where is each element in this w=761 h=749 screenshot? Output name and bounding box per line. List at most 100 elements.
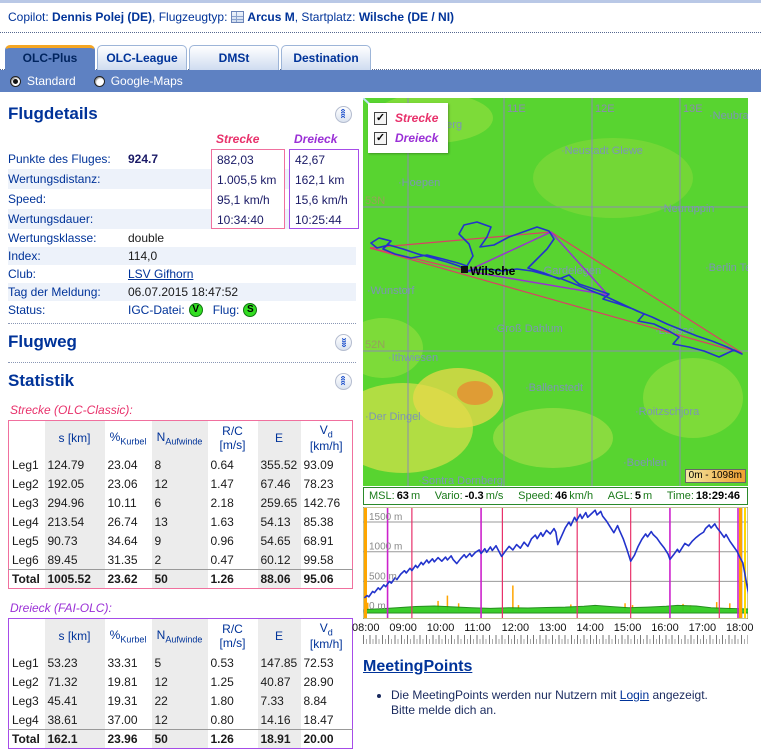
stat-row-label: Leg1 <box>9 455 45 474</box>
barogram-canvas[interactable]: 1500 m1000 m500 m0 m <box>363 507 748 619</box>
place-label: ·Neustadt Glewe <box>561 145 643 157</box>
stat-row-label: Leg1 <box>9 653 45 672</box>
radio-standard-label: Standard <box>27 74 76 88</box>
stat-cell: 8.84 <box>301 691 353 710</box>
stat-col-header: Vd [km/h] <box>301 618 353 653</box>
telemetry-label: Speed: <box>518 490 553 502</box>
radio-google-maps-circle[interactable] <box>94 76 105 87</box>
stat-cell: 147.85 <box>258 653 301 672</box>
stat-cell: 28.90 <box>301 672 353 691</box>
stat-cell: 2 <box>152 550 208 569</box>
place-label: ·Wunstorf <box>367 285 415 297</box>
stat-row-label: Leg4 <box>9 710 45 729</box>
flight-status-badge-icon: S <box>243 303 257 317</box>
strecke-stats-table: s [km]%KurbelNAufwindeR/C [m/s]EVd [km/h… <box>8 420 353 589</box>
dreieck-values-box: 42,67 162,1 km 15,6 km/h 10:25:44 <box>289 149 359 229</box>
stat-cell: 71.32 <box>45 672 105 691</box>
stat-col-corner <box>9 618 45 653</box>
section-flugweg: Flugweg »» <box>8 323 356 358</box>
dreieck-checkbox[interactable]: ✓ <box>374 132 387 145</box>
wertungsklasse-label: Wertungsklasse: <box>8 229 128 247</box>
longitude-label: 11E <box>507 103 526 115</box>
stat-cell: 67.46 <box>258 474 301 493</box>
stat-cell: 192.05 <box>45 474 105 493</box>
row-meldung: Tag der Meldung: 06.07.2015 18:47:52 <box>8 283 356 301</box>
strecke-checkbox[interactable]: ✓ <box>374 112 387 125</box>
stat-cell: 1.26 <box>208 729 258 748</box>
stat-col-header: R/C [m/s] <box>208 421 258 456</box>
tab-dmst[interactable]: DMSt <box>189 45 279 70</box>
strecke-table-title: Strecke (OLC-Classic): <box>10 403 356 417</box>
flugdetails-title: Flugdetails <box>8 104 98 124</box>
stat-col-header: NAufwinde <box>152 618 208 653</box>
stat-cell: 95.06 <box>301 569 353 588</box>
tab-destination[interactable]: Destination <box>281 45 371 70</box>
flugdetails-collapse-button[interactable]: »» <box>335 106 352 123</box>
stat-cell: 50 <box>152 729 208 748</box>
legend-strecke-row: ✓ Strecke <box>374 108 438 128</box>
row-club: Club: LSV Gifhorn <box>8 265 356 283</box>
stat-col-corner <box>9 421 45 456</box>
aircraft-list-icon[interactable] <box>231 11 244 23</box>
stat-cell: 54.13 <box>258 512 301 531</box>
stat-cell: 93.09 <box>301 455 353 474</box>
radio-google-maps[interactable]: Google-Maps <box>94 74 183 88</box>
altitude-tick-label: 0 m <box>369 601 386 612</box>
meetingpoints-title[interactable]: MeetingPoints <box>363 658 472 675</box>
map-canvas[interactable]: 11E12E13E53N52N·Boberg·Neustadt Glewe·Ho… <box>363 98 748 486</box>
flugweg-title: Flugweg <box>8 332 77 352</box>
place-label: ·Hoepen <box>398 177 440 189</box>
score-column-headers: Strecke Dreieck <box>8 132 356 149</box>
place-label: ·Berlin Te <box>705 262 748 274</box>
stat-cell: 259.65 <box>258 493 301 512</box>
stat-cell: 37.00 <box>105 710 152 729</box>
stat-col-header: s [km] <box>45 618 105 653</box>
stat-cell: 26.74 <box>105 512 152 531</box>
stat-cell: 1.63 <box>208 512 258 531</box>
stat-cell: 40.87 <box>258 672 301 691</box>
stat-row-label: Leg3 <box>9 691 45 710</box>
flugweg-expand-button[interactable]: »» <box>335 334 352 351</box>
telemetry-status-bar: MSL:63mVario:-0.3m/sSpeed:46km/hAGL:5mTi… <box>363 487 748 505</box>
tab-olc-plus[interactable]: OLC-Plus <box>5 45 95 70</box>
stat-col-header: %Kurbel <box>105 618 152 653</box>
stat-cell: 90.73 <box>45 531 105 550</box>
chevron-up-icon: »» <box>339 109 349 118</box>
longitude-label: 12E <box>595 103 615 115</box>
stat-cell: 14.16 <box>258 710 301 729</box>
time-tick-label: 16:00 <box>651 622 679 634</box>
barogram[interactable]: 1500 m1000 m500 m0 m 08:0009:0010:0011:0… <box>363 507 748 644</box>
wertungsklasse-value: double <box>128 229 164 247</box>
telemetry-unit: m <box>411 490 420 502</box>
table-row: Leg3294.9610.1162.18259.65142.76 <box>9 493 353 512</box>
landing-marker-bar <box>739 508 742 618</box>
telemetry-value: 18:29:46 <box>696 490 740 502</box>
login-link[interactable]: Login <box>620 688 649 702</box>
time-ruler-ticks[interactable] <box>363 635 748 644</box>
telemetry-unit: km/h <box>569 490 593 502</box>
time-tick-label: 11:00 <box>464 622 491 634</box>
radio-google-maps-label: Google-Maps <box>111 74 183 88</box>
club-link[interactable]: LSV Gifhorn <box>128 265 193 283</box>
radio-standard-circle[interactable] <box>10 76 21 87</box>
stat-cell: 12 <box>152 474 208 493</box>
stat-cell: 23.06 <box>105 474 152 493</box>
table-row: Leg2192.0523.06121.4767.4678.23 <box>9 474 353 493</box>
row-status: Status: IGC-Datei: V Flug: S <box>8 301 356 319</box>
stat-cell: 0.47 <box>208 550 258 569</box>
tab-olc-league[interactable]: OLC-League <box>97 45 187 70</box>
statistik-collapse-button[interactable]: »» <box>335 373 352 390</box>
dreieck-distanz: 162,1 km <box>295 170 358 190</box>
stat-cell: 45.41 <box>45 691 105 710</box>
stat-cell: 1005.52 <box>45 569 105 588</box>
score-rows: Punkte des Fluges: 924.7 Wertungsdistanz… <box>8 149 356 229</box>
index-label: Index: <box>8 247 128 265</box>
stat-cell: 13 <box>152 512 208 531</box>
telemetry-item: Vario:-0.3m/s <box>435 490 504 502</box>
stat-cell: 23.62 <box>105 569 152 588</box>
flight-map[interactable]: 11E12E13E53N52N·Boberg·Neustadt Glewe·Ho… <box>363 98 748 486</box>
time-tick-label: 12:00 <box>502 622 530 634</box>
stat-cell: 124.79 <box>45 455 105 474</box>
radio-standard[interactable]: Standard <box>10 74 76 88</box>
legend-dreieck-label: Dreieck <box>395 131 438 145</box>
